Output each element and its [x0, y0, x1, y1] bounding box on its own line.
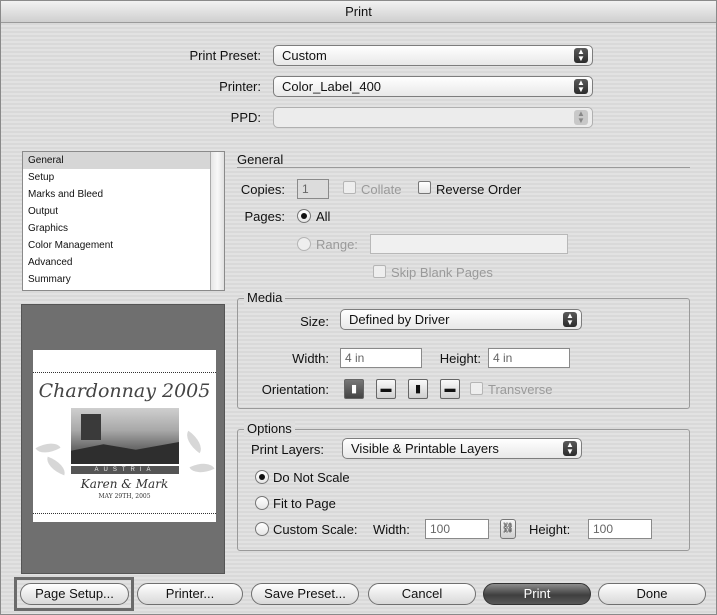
save-preset-button[interactable]: Save Preset...: [251, 583, 359, 605]
list-scrollbar[interactable]: [210, 152, 224, 290]
updown-arrows-icon: ▲ ▼: [574, 48, 588, 63]
print-preview: Chardonnay 2005 AUSTRIA Karen & Mark MAY…: [21, 304, 225, 574]
window-title: Print: [345, 4, 372, 19]
castle-silhouette: [81, 414, 101, 440]
print-preset-value: Custom: [282, 48, 327, 63]
media-width-field[interactable]: 4 in: [340, 348, 422, 368]
chain-link-icon[interactable]: ⛓: [500, 519, 516, 539]
leaf-decoration: [181, 430, 207, 454]
reverse-order-checkbox[interactable]: [418, 181, 431, 194]
preview-date: MAY 29TH, 2005: [98, 493, 151, 500]
size-value: Defined by Driver: [349, 312, 450, 327]
sidebar-item-output[interactable]: Output: [23, 203, 211, 220]
printer-popup[interactable]: Color_Label_400 ▲ ▼: [273, 76, 593, 97]
portrait-icon[interactable]: ▮: [344, 379, 364, 399]
leaf-decoration: [35, 437, 61, 459]
dotted-line: [33, 372, 216, 373]
leaf-decoration: [43, 456, 69, 476]
media-legend: Media: [244, 290, 286, 305]
fit-to-page-label: Fit to Page: [273, 496, 336, 511]
transverse-label: Transverse: [488, 382, 553, 397]
preview-title: Chardonnay 2005: [38, 380, 211, 402]
print-preset-popup[interactable]: Custom ▲ ▼: [273, 45, 593, 66]
print-layers-value: Visible & Printable Layers: [351, 441, 499, 456]
sidebar-item-advanced[interactable]: Advanced: [23, 254, 211, 271]
updown-arrows-icon: ▲ ▼: [574, 110, 588, 125]
page-setup-button[interactable]: Page Setup...: [20, 583, 129, 605]
collate-label: Collate: [361, 182, 402, 197]
reverse-landscape-icon[interactable]: ▬: [440, 379, 460, 399]
fit-to-page-radio[interactable]: [255, 496, 269, 510]
print-layers-popup[interactable]: Visible & Printable Layers ▲ ▼: [342, 438, 582, 459]
print-dialog: Print Print Preset: Custom ▲ ▼ Printer: C…: [0, 0, 717, 615]
print-layers-label: Print Layers:: [251, 442, 324, 457]
print-button[interactable]: Print: [483, 583, 591, 605]
sidebar-item-color-management[interactable]: Color Management: [23, 237, 211, 254]
printer-button[interactable]: Printer...: [137, 583, 243, 605]
size-popup[interactable]: Defined by Driver ▲ ▼: [340, 309, 582, 330]
skip-blank-pages-label: Skip Blank Pages: [391, 265, 493, 280]
copies-label: Copies:: [240, 182, 285, 197]
sidebar-item-summary[interactable]: Summary: [23, 271, 211, 288]
ppd-popup[interactable]: ▲ ▼: [273, 107, 593, 128]
preview-page: Chardonnay 2005 AUSTRIA Karen & Mark MAY…: [33, 350, 216, 522]
dotted-line: [33, 513, 216, 514]
updown-arrows-icon: ▲ ▼: [574, 79, 588, 94]
media-height-field[interactable]: 4 in: [488, 348, 570, 368]
scale-width-field[interactable]: 100: [425, 519, 489, 539]
media-width-label: Width:: [292, 351, 329, 366]
sidebar-item-setup[interactable]: Setup: [23, 169, 211, 186]
pages-range-radio[interactable]: [297, 237, 311, 251]
printer-label: Printer:: [219, 79, 261, 94]
cancel-button[interactable]: Cancel: [368, 583, 476, 605]
custom-scale-radio[interactable]: [255, 522, 269, 536]
preview-band: AUSTRIA: [71, 466, 179, 474]
updown-arrows-icon: ▲ ▼: [563, 441, 577, 456]
leaf-decoration: [189, 457, 215, 479]
pages-all-radio[interactable]: [297, 209, 311, 223]
do-not-scale-radio[interactable]: [255, 470, 269, 484]
pages-range-label: Range:: [316, 237, 358, 252]
ppd-label: PPD:: [230, 110, 261, 125]
do-not-scale-label: Do Not Scale: [273, 470, 350, 485]
reverse-order-label: Reverse Order: [436, 182, 522, 197]
sidebar-item-marks-and-bleed[interactable]: Marks and Bleed: [23, 186, 211, 203]
category-list[interactable]: General Setup Marks and Bleed Output Gra…: [22, 151, 225, 291]
scale-width-label: Width:: [373, 522, 410, 537]
landscape-icon[interactable]: ▬: [376, 379, 396, 399]
preview-names: Karen & Mark: [80, 477, 169, 491]
reverse-portrait-icon[interactable]: ▮: [408, 379, 428, 399]
pages-all-label: All: [316, 209, 331, 224]
copies-field[interactable]: 1: [297, 179, 329, 199]
media-height-label: Height:: [439, 351, 481, 366]
scale-height-field[interactable]: 100: [588, 519, 652, 539]
options-legend: Options: [244, 421, 295, 436]
range-field[interactable]: [370, 234, 568, 254]
transverse-checkbox[interactable]: [470, 382, 483, 395]
sidebar-item-general[interactable]: General: [23, 152, 211, 169]
printer-value: Color_Label_400: [282, 79, 382, 94]
scale-height-label: Height:: [529, 522, 571, 537]
sidebar-item-graphics[interactable]: Graphics: [23, 220, 211, 237]
skip-blank-pages-checkbox[interactable]: [373, 265, 386, 278]
done-button[interactable]: Done: [598, 583, 706, 605]
custom-scale-label: Custom Scale:: [273, 522, 358, 537]
size-label: Size:: [300, 314, 329, 329]
updown-arrows-icon: ▲ ▼: [563, 312, 577, 327]
general-heading: General: [237, 152, 284, 167]
pages-label: Pages:: [244, 209, 285, 224]
collate-checkbox[interactable]: [343, 181, 356, 194]
orientation-label: Orientation:: [261, 382, 329, 397]
title-bar: Print: [1, 1, 716, 23]
print-preset-label: Print Preset:: [189, 48, 261, 63]
general-divider: [237, 167, 690, 168]
